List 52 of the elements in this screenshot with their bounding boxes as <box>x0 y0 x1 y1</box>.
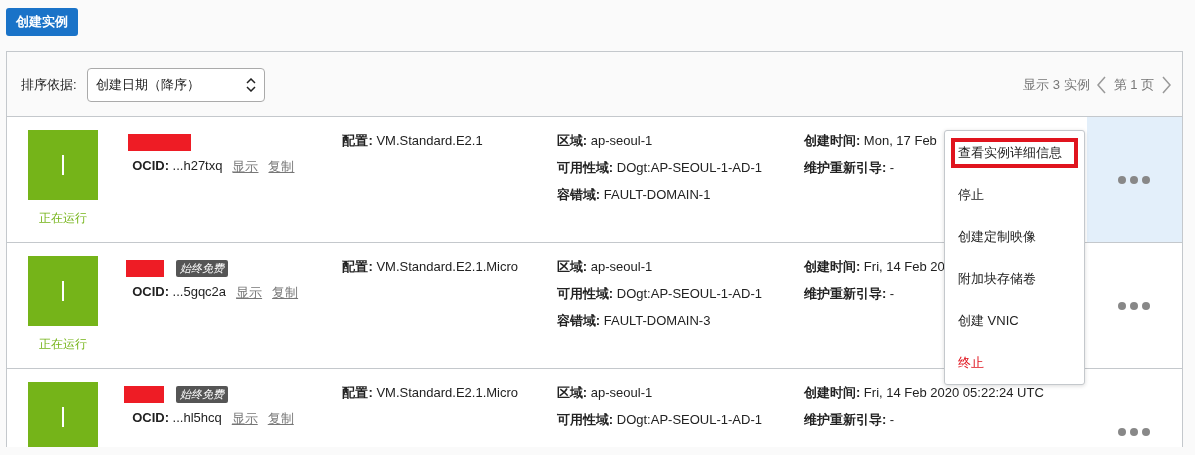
page-number: 第 1 页 <box>1113 76 1154 94</box>
instance-count: 显示 3 实例 <box>1023 76 1090 94</box>
field-text: 区域: ap-seoul-1 <box>556 258 653 276</box>
field-text: 维护重新引导: - <box>803 159 895 177</box>
sort-dropdown[interactable]: 创建日期（降序） <box>86 68 265 102</box>
field-text: 创建时间: Fri, 14 Feb 20 <box>803 258 945 276</box>
show-link[interactable]: 显示 <box>231 410 258 428</box>
next-page-icon[interactable] <box>1160 76 1172 94</box>
redaction-block <box>124 385 165 403</box>
copy-link[interactable]: 复制 <box>267 410 294 428</box>
copy-link[interactable]: 复制 <box>268 158 295 176</box>
menu-item[interactable]: 创建定制映像 <box>951 216 1084 258</box>
field-text: 维护重新引导: - <box>803 411 895 429</box>
field-text: 容错域: FAULT-DOMAIN-1 <box>556 186 711 204</box>
sort-label: 排序依据: <box>21 76 77 94</box>
menu-item[interactable]: 终止 <box>951 342 1084 384</box>
field-text: 配置: VM.Standard.E2.1 <box>342 132 483 150</box>
copy-link[interactable]: 复制 <box>272 284 299 302</box>
menu-item[interactable]: 查看实例详细信息 <box>951 138 1078 168</box>
field-text: 可用性域: DOgt:AP-SEOUL-1-AD-1 <box>556 411 762 429</box>
more-icon[interactable] <box>1117 300 1152 311</box>
menu-item[interactable]: 停止 <box>951 174 1084 216</box>
updown-icon <box>245 78 256 92</box>
status-text: 正在运行 <box>38 336 87 353</box>
free-badge: 始终免费 <box>176 385 229 403</box>
free-badge: 始终免费 <box>176 259 229 277</box>
redaction-block <box>128 133 192 151</box>
field-text: 创建时间: Fri, 14 Feb 2020 05:22:24 UTC <box>803 384 1044 402</box>
field-text: 配置: VM.Standard.E2.1.Micro <box>342 384 519 402</box>
field-text: 可用性域: DOgt:AP-SEOUL-1-AD-1 <box>556 285 762 303</box>
show-link[interactable]: 显示 <box>232 158 259 176</box>
redaction-block <box>126 259 165 277</box>
show-link[interactable]: 显示 <box>236 284 263 302</box>
more-icon[interactable] <box>1117 426 1152 437</box>
field-text: 创建时间: Mon, 17 Feb <box>803 132 937 150</box>
ocid-text: OCID: ...5gqc2a <box>132 284 227 301</box>
ocid-text: OCID: ...hl5hcq <box>132 410 222 427</box>
more-icon[interactable] <box>1117 174 1152 185</box>
status-text: 正在运行 <box>38 210 87 227</box>
field-text: 区域: ap-seoul-1 <box>556 384 653 402</box>
field-text: 配置: VM.Standard.E2.1.Micro <box>342 258 519 276</box>
create-instance-button[interactable]: 创建实例 <box>6 8 78 36</box>
menu-item[interactable]: 附加块存储卷 <box>951 258 1084 300</box>
field-text: 可用性域: DOgt:AP-SEOUL-1-AD-1 <box>556 159 762 177</box>
ocid-text: OCID: ...h27txq <box>132 158 223 175</box>
instance-tile <box>27 130 98 200</box>
menu-item[interactable]: 创建 VNIC <box>951 300 1084 342</box>
field-text: 区域: ap-seoul-1 <box>556 132 653 150</box>
previous-page-icon[interactable] <box>1095 76 1108 94</box>
field-text: 维护重新引导: - <box>803 285 895 303</box>
field-text: 容错域: FAULT-DOMAIN-3 <box>556 312 711 330</box>
instance-tile <box>27 256 98 326</box>
